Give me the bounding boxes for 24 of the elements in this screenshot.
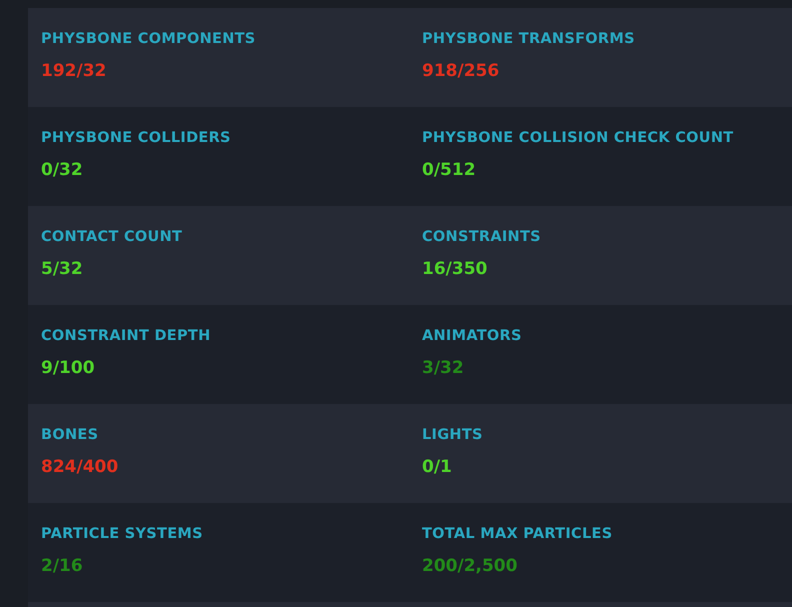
- stat-label: PARTICLE SYSTEMS: [41, 525, 204, 543]
- stat-label: PHYSBONE COLLIDERS: [41, 129, 232, 147]
- stat-value: 9/100: [41, 357, 96, 379]
- stat-value: 918/256: [422, 60, 500, 82]
- stat-value: 5/32: [41, 258, 84, 280]
- stat-label: PHYSBONE TRANSFORMS: [422, 30, 636, 48]
- stat-label: CONSTRAINT DEPTH: [41, 327, 212, 345]
- stat-label: CONTACT COUNT: [41, 228, 184, 246]
- stat-value: 824/400: [41, 456, 120, 478]
- stat-value: 3/32: [422, 357, 465, 379]
- stat-label: ANIMATORS: [422, 327, 523, 345]
- stat-label: LIGHTS: [422, 426, 484, 444]
- stat-value: 2/16: [41, 555, 84, 577]
- stat-label: PHYSBONE COMPONENTS: [41, 30, 257, 48]
- stat-value: 16/350: [422, 258, 488, 280]
- stat-label: TOTAL MAX PARTICLES: [422, 525, 614, 543]
- stat-label: CONSTRAINTS: [422, 228, 542, 246]
- stat-value: 0/512: [422, 159, 477, 181]
- stat-label: BONES: [41, 426, 100, 444]
- stat-value: 200/2,500: [422, 555, 518, 577]
- stat-value: 0/1: [422, 456, 453, 478]
- stat-value: 0/32: [41, 159, 84, 181]
- stat-value: 192/32: [41, 60, 108, 82]
- stat-label: PHYSBONE COLLISION CHECK COUNT: [422, 129, 734, 147]
